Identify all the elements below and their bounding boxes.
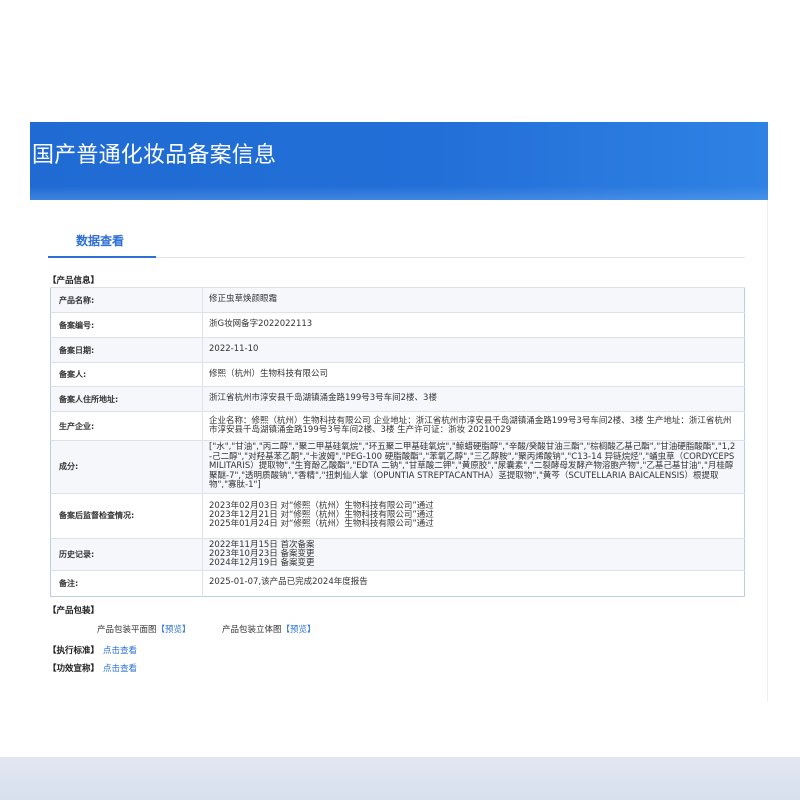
execution-standard-section-title: 【执行标准】 [48,646,100,656]
page-title: 国产普通化妆品备案信息 [32,143,277,168]
table-row-registrant-address: 备案人住所地址: 浙江省杭州市淳安县千岛湖镇涌金路199号3号车间2楼、3楼 [50,386,745,412]
supervision-value: 2023年02月03日 对“修熙（杭州）生物科技有限公司”通过 2023年12月… [202,492,745,538]
record-number-value: 浙G妆网备字2022022113 [202,312,745,338]
remarks-value: 2025-01-07,该产品已完成2024年度报告 [202,569,745,596]
product-info-section-title: 【产品信息】 [48,276,100,286]
packaging-section-title: 【产品包装】 [48,606,100,616]
row-label: 备案人住所地址: [50,386,203,412]
packaging-flat-item: 产品包装平面图【预览】 [97,625,191,635]
packaging-flat-preview-link[interactable]: 【预览】 [157,625,191,635]
registrant-value: 修熙（杭州）生物科技有限公司 [202,362,745,387]
supervision-line: 2025年01月24日 对“修熙（杭州）生物科技有限公司”通过 [209,519,434,529]
row-label: 备案后监督检查情况: [50,492,203,538]
tab-data-view[interactable]: 数据查看 [76,233,124,249]
history-line: 2024年12月19日 备案变更 [209,557,315,568]
table-row-remarks: 备注: 2025-01-07,该产品已完成2024年度报告 [50,569,745,596]
table-row-ingredients: 成分: ["水","甘油","丙二醇","聚二甲基硅氧烷","环五聚二甲基硅氧烷… [50,440,745,493]
packaging-3d-label: 产品包装立体图 [222,625,282,635]
history-value: 2022年11月15日 首次备案 2023年10月23日 备案变更 2024年1… [202,537,745,570]
row-label: 备案人: [50,362,203,387]
product-name-value: 修正虫草焕颜眼霜 [202,287,745,313]
row-label: 备注: [50,569,203,596]
row-label: 备案编号: [50,312,203,338]
packaging-flat-label: 产品包装平面图 [97,625,157,635]
execution-standard-view-link[interactable]: 点击查看 [103,646,137,656]
table-row-record-number: 备案编号: 浙G妆网备字2022022113 [50,312,745,338]
row-label: 成分: [50,440,203,493]
page: 国产普通化妆品备案信息 数据查看 【产品信息】 产品名称: 修正虫草焕颜眼霜 备… [0,0,800,800]
active-tab-indicator [48,256,156,258]
table-row-record-date: 备案日期: 2022-11-10 [50,337,745,363]
product-info-table: 产品名称: 修正虫草焕颜眼霜 备案编号: 浙G妆网备字2022022113 备案… [50,287,745,597]
manufacturer-value: 企业名称：修熙（杭州）生物科技有限公司 企业地址：浙江省杭州市淳安县千岛湖镇涌金… [202,411,745,441]
row-label: 历史记录: [50,537,203,570]
table-row-history: 历史记录: 2022年11月15日 首次备案 2023年10月23日 备案变更 … [50,537,745,570]
row-label: 产品名称: [50,287,203,313]
packaging-3d-preview-link[interactable]: 【预览】 [282,625,316,635]
table-row-manufacturer: 生产企业: 企业名称：修熙（杭州）生物科技有限公司 企业地址：浙江省杭州市淳安县… [50,411,745,441]
table-row-supervision: 备案后监督检查情况: 2023年02月03日 对“修熙（杭州）生物科技有限公司”… [50,492,745,538]
row-label: 生产企业: [50,411,203,441]
record-date-value: 2022-11-10 [202,337,745,363]
efficacy-claim-view-link[interactable]: 点击查看 [103,664,137,674]
table-row-product-name: 产品名称: 修正虫草焕颜眼霜 [50,287,745,313]
efficacy-claim-section-title: 【功效宣称】 [48,664,100,674]
registrant-address-value: 浙江省杭州市淳安县千岛湖镇涌金路199号3号车间2楼、3楼 [202,386,745,412]
table-row-registrant: 备案人: 修熙（杭州）生物科技有限公司 [50,362,745,387]
row-label: 备案日期: [50,337,203,363]
header-banner: 国产普通化妆品备案信息 [30,122,768,200]
ingredients-value: ["水","甘油","丙二醇","聚二甲基硅氧烷","环五聚二甲基硅氧烷","鲸… [202,440,745,493]
packaging-3d-item: 产品包装立体图【预览】 [222,625,316,635]
footer-band [0,757,800,800]
